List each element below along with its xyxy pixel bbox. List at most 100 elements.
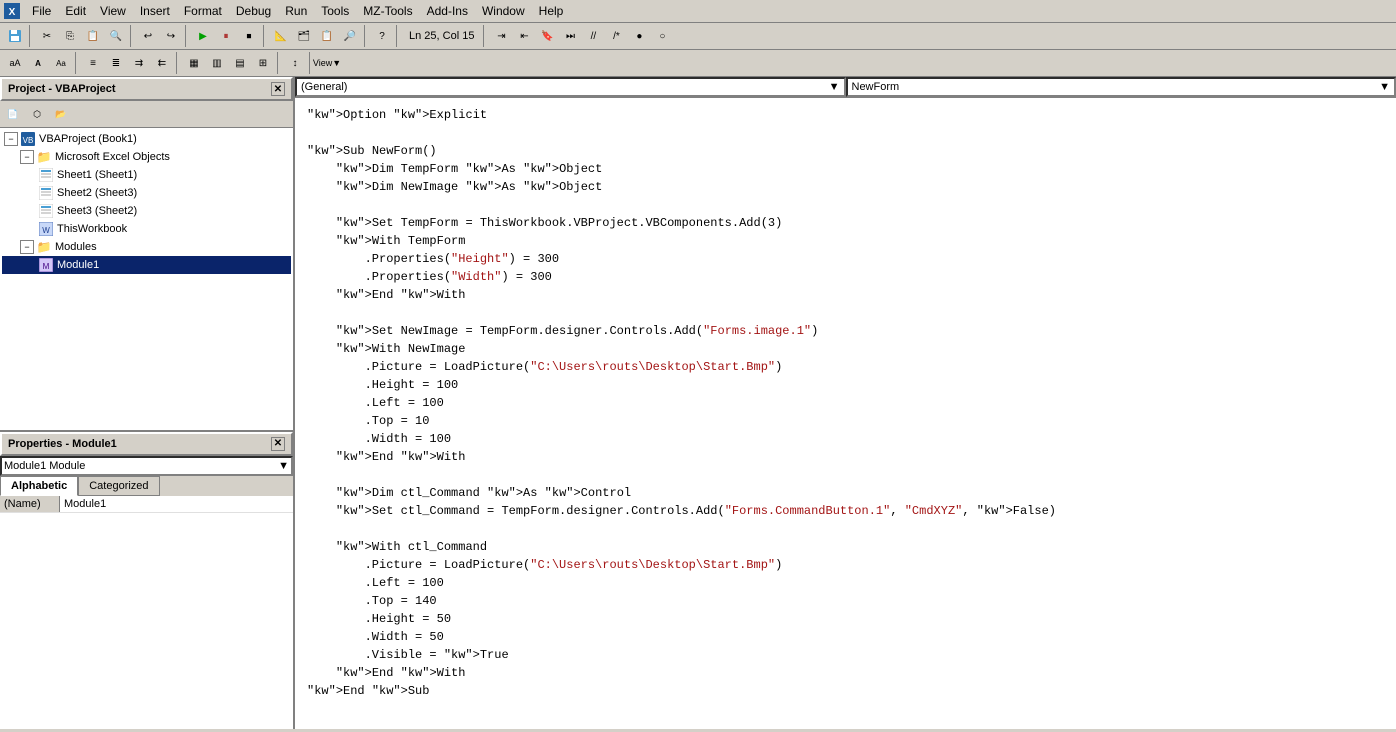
properties-dropdown-arrow: ▼ bbox=[278, 460, 289, 472]
menu-view[interactable]: View bbox=[94, 2, 132, 20]
pt-viewobj[interactable]: ⬡ bbox=[26, 103, 48, 125]
main-layout: Project - VBAProject ✕ 📄 ⬡ 📂 − VB VBAPro… bbox=[0, 77, 1396, 729]
proc-dropdown-label: NewForm bbox=[852, 81, 900, 93]
tree-modules[interactable]: − 📁 Modules bbox=[2, 238, 291, 256]
tb2-grid4[interactable]: ⊞ bbox=[252, 52, 274, 74]
modules-label: Modules bbox=[55, 241, 97, 253]
tree-sheet1[interactable]: Sheet1 (Sheet1) bbox=[2, 166, 291, 184]
tb-design[interactable]: 📐 bbox=[270, 25, 292, 47]
properties-panel: Properties - Module1 ✕ Module1 Module ▼ … bbox=[0, 430, 293, 730]
tree-excel-objects[interactable]: − 📁 Microsoft Excel Objects bbox=[2, 148, 291, 166]
pt-togglefolders[interactable]: 📂 bbox=[50, 103, 72, 125]
left-panel: Project - VBAProject ✕ 📄 ⬡ 📂 − VB VBAPro… bbox=[0, 77, 295, 729]
toggle-excel-objects[interactable]: − bbox=[20, 150, 34, 164]
code-line: "kw">With ctl_Command bbox=[307, 538, 1384, 556]
tb-outdent[interactable]: ⇤ bbox=[513, 25, 535, 47]
tb-uncomment[interactable]: /* bbox=[605, 25, 627, 47]
properties-grid: (Name) Module1 bbox=[0, 496, 293, 730]
tb-run[interactable]: ▶ bbox=[192, 25, 214, 47]
tb-indent[interactable]: ⇥ bbox=[490, 25, 512, 47]
tree-sheet2[interactable]: Sheet2 (Sheet3) bbox=[2, 184, 291, 202]
code-line: .Left = 100 bbox=[307, 574, 1384, 592]
menu-edit[interactable]: Edit bbox=[59, 2, 92, 20]
project-panel-title: Project - VBAProject bbox=[8, 83, 116, 95]
code-line: .Width = 50 bbox=[307, 628, 1384, 646]
tb2-list4[interactable]: ⇇ bbox=[151, 52, 173, 74]
tb2-extra1[interactable]: ↕ bbox=[284, 52, 306, 74]
menu-mztools[interactable]: MZ-Tools bbox=[357, 2, 418, 20]
tb2-grid1[interactable]: ▦ bbox=[183, 52, 205, 74]
menu-insert[interactable]: Insert bbox=[134, 2, 176, 20]
toggle-modules[interactable]: − bbox=[20, 240, 34, 254]
tb-find[interactable]: 🔍 bbox=[105, 25, 127, 47]
properties-close-button[interactable]: ✕ bbox=[271, 437, 285, 451]
menu-debug[interactable]: Debug bbox=[230, 2, 277, 20]
project-panel-header: Project - VBAProject ✕ bbox=[0, 77, 293, 101]
tree-sheet3[interactable]: Sheet3 (Sheet2) bbox=[2, 202, 291, 220]
tb-reset[interactable]: ⏹ bbox=[238, 25, 260, 47]
proc-dropdown[interactable]: NewForm ▼ bbox=[846, 77, 1396, 97]
tree-module1[interactable]: M Module1 bbox=[2, 256, 291, 274]
tb2-1[interactable]: aA bbox=[4, 52, 26, 74]
tb-help[interactable]: ? bbox=[371, 25, 393, 47]
tb-redo[interactable]: ↪ bbox=[160, 25, 182, 47]
prop-name-value[interactable]: Module1 bbox=[60, 496, 293, 512]
tb2-list3[interactable]: ⇉ bbox=[128, 52, 150, 74]
menu-window[interactable]: Window bbox=[476, 2, 531, 20]
menu-tools[interactable]: Tools bbox=[315, 2, 355, 20]
tb-properties[interactable]: 📋 bbox=[316, 25, 338, 47]
tb-cut[interactable]: ✂ bbox=[36, 25, 58, 47]
toolbar-row1: ✂ ⎘ 📋 🔍 ↩ ↪ ▶ ⏸ ⏹ 📐 🗂 📋 🔎 ? Ln 25, Col 1… bbox=[0, 23, 1396, 50]
tb-paste[interactable]: 📋 bbox=[82, 25, 104, 47]
code-line: .Properties("Height") = 300 bbox=[307, 250, 1384, 268]
tb2-grid3[interactable]: ▤ bbox=[229, 52, 251, 74]
app-icon: X bbox=[4, 3, 20, 19]
tb-objbrowser[interactable]: 🔎 bbox=[339, 25, 361, 47]
code-line: .Top = 140 bbox=[307, 592, 1384, 610]
tab-categorized[interactable]: Categorized bbox=[78, 476, 159, 496]
module1-icon: M bbox=[38, 257, 54, 273]
code-line: .Height = 100 bbox=[307, 376, 1384, 394]
tb2-grid2[interactable]: ▥ bbox=[206, 52, 228, 74]
tb-projectexplorer[interactable]: 🗂 bbox=[293, 25, 315, 47]
tb-clear-bp[interactable]: ○ bbox=[651, 25, 673, 47]
general-dropdown-arrow: ▼ bbox=[829, 81, 840, 93]
general-dropdown[interactable]: (General) ▼ bbox=[295, 77, 846, 97]
code-line bbox=[307, 304, 1384, 322]
menu-addins[interactable]: Add-Ins bbox=[421, 2, 474, 20]
sep8 bbox=[75, 52, 79, 74]
menu-file[interactable]: File bbox=[26, 2, 57, 20]
tb-undo[interactable]: ↩ bbox=[137, 25, 159, 47]
menu-run[interactable]: Run bbox=[279, 2, 313, 20]
project-tree[interactable]: − VB VBAProject (Book1) − 📁 Microsoft Ex… bbox=[0, 128, 293, 430]
properties-panel-header: Properties - Module1 ✕ bbox=[0, 432, 293, 456]
tb2-2[interactable]: A bbox=[27, 52, 49, 74]
code-line: "kw">With TempForm bbox=[307, 232, 1384, 250]
tb-toggle-bp[interactable]: ● bbox=[628, 25, 650, 47]
tb-break[interactable]: ⏸ bbox=[215, 25, 237, 47]
menu-help[interactable]: Help bbox=[533, 2, 570, 20]
properties-dropdown[interactable]: Module1 Module ▼ bbox=[0, 456, 293, 476]
tb2-view[interactable]: View▼ bbox=[316, 52, 338, 74]
code-editor[interactable]: "kw">Option "kw">Explicit "kw">Sub NewFo… bbox=[295, 98, 1396, 729]
tb2-list2[interactable]: ≣ bbox=[105, 52, 127, 74]
tb-next-bookmark[interactable]: ⏭ bbox=[559, 25, 581, 47]
tree-vbaproject[interactable]: − VB VBAProject (Book1) bbox=[2, 130, 291, 148]
code-line: .Left = 100 bbox=[307, 394, 1384, 412]
tb2-list1[interactable]: ≡ bbox=[82, 52, 104, 74]
sheet2-icon bbox=[38, 185, 54, 201]
pt-viewcode[interactable]: 📄 bbox=[2, 103, 24, 125]
tab-alphabetic[interactable]: Alphabetic bbox=[0, 476, 78, 496]
tb2-3[interactable]: Aa bbox=[50, 52, 72, 74]
tb-comment[interactable]: // bbox=[582, 25, 604, 47]
tree-thisworkbook[interactable]: W ThisWorkbook bbox=[2, 220, 291, 238]
code-line: .Height = 50 bbox=[307, 610, 1384, 628]
tb-copy[interactable]: ⎘ bbox=[59, 25, 81, 47]
tb-save[interactable] bbox=[4, 25, 26, 47]
project-close-button[interactable]: ✕ bbox=[271, 82, 285, 96]
tb-bookmark[interactable]: 🔖 bbox=[536, 25, 558, 47]
svg-text:M: M bbox=[43, 262, 50, 271]
menu-format[interactable]: Format bbox=[178, 2, 228, 20]
toggle-vbaproject[interactable]: − bbox=[4, 132, 18, 146]
svg-text:VB: VB bbox=[23, 136, 34, 145]
